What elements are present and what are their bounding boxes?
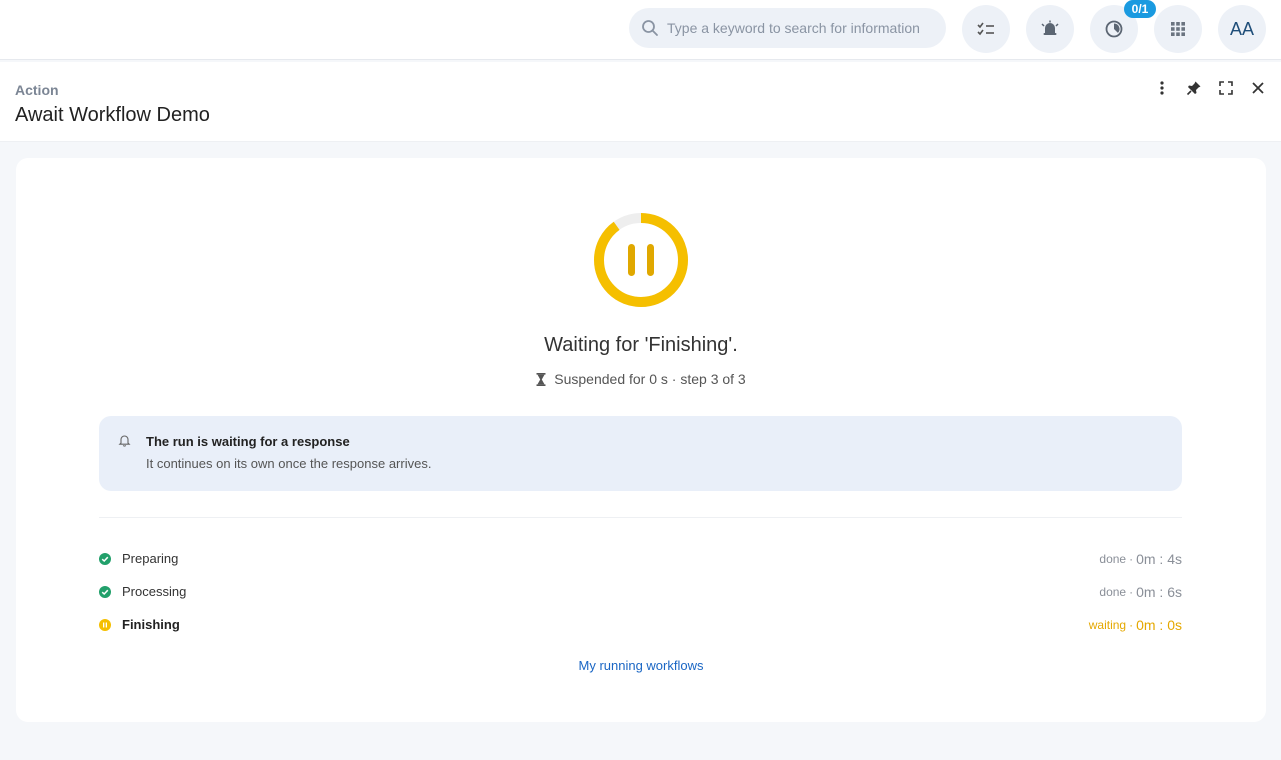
expand-button[interactable] <box>1216 78 1236 98</box>
step-row: Processing done · 0m : 6s <box>99 575 1182 608</box>
bell-icon <box>118 435 131 447</box>
step-meta: done · 0m : 4s <box>1099 550 1182 567</box>
hourglass-icon <box>536 373 546 386</box>
search-input[interactable] <box>667 13 937 43</box>
grid-icon <box>1171 22 1185 36</box>
pause-circle-icon <box>99 618 111 631</box>
divider <box>99 517 1182 518</box>
check-circle-icon <box>99 552 111 565</box>
step-row: Preparing done · 0m : 4s <box>99 542 1182 575</box>
top-bar: 0/1 AA <box>0 0 1281 60</box>
step-row-active: Finishing waiting · 0m : 0s <box>99 608 1182 641</box>
pin-icon <box>1186 81 1201 96</box>
fullscreen-icon <box>1219 81 1233 95</box>
alarm-bell-icon <box>1041 20 1059 35</box>
pause-icon-bar-right <box>647 244 654 276</box>
page-title: Await Workflow Demo <box>15 104 210 126</box>
alerts-button[interactable] <box>1026 5 1074 53</box>
step-meta: done · 0m : 6s <box>1099 583 1182 600</box>
more-options-button[interactable] <box>1152 78 1172 98</box>
pause-icon-bar-left <box>628 244 635 276</box>
close-button[interactable] <box>1248 78 1268 98</box>
step-label: Preparing <box>122 551 179 566</box>
pin-button[interactable] <box>1184 78 1204 98</box>
more-vertical-icon <box>1160 81 1164 95</box>
pie-progress-icon <box>1105 20 1123 38</box>
step-state: done <box>1099 551 1127 566</box>
step-state: done <box>1099 584 1127 599</box>
workflow-status-card: Waiting for 'Finishing'. Suspended for 0… <box>16 158 1266 722</box>
notice-text: It continues on its own once the respons… <box>146 456 432 471</box>
step-label: Processing <box>122 584 187 599</box>
pause-progress-ring <box>594 213 688 307</box>
check-circle-icon <box>99 585 111 598</box>
step-label: Finishing <box>122 617 180 632</box>
tasks-button[interactable] <box>962 5 1010 53</box>
step-time: 0m : 6s <box>1136 583 1182 600</box>
info-notice: The run is waiting for a response It con… <box>99 416 1182 491</box>
status-title: Waiting for 'Finishing'. <box>544 334 738 356</box>
step-time: 0m : 4s <box>1136 550 1182 567</box>
search-icon <box>642 20 658 36</box>
user-avatar[interactable]: AA <box>1218 5 1266 53</box>
status-subtitle-text: Suspended for 0 s · step 3 of 3 <box>554 371 746 387</box>
my-running-workflows-link[interactable]: My running workflows <box>16 658 1266 673</box>
close-icon <box>1252 82 1264 94</box>
panel-kicker: Action <box>15 82 59 98</box>
checklist-icon <box>977 22 994 36</box>
apps-button[interactable] <box>1154 5 1202 53</box>
step-list: Preparing done · 0m : 4s Processing done · 0… <box>99 542 1182 641</box>
step-meta: waiting · 0m : 0s <box>1088 616 1182 633</box>
search-box[interactable] <box>629 8 946 48</box>
step-time: 0m : 0s <box>1136 616 1182 633</box>
notice-title: The run is waiting for a response <box>146 434 350 449</box>
progress-badge: 0/1 <box>1124 0 1156 18</box>
step-state: waiting <box>1088 617 1127 632</box>
status-subtitle: Suspended for 0 s · step 3 of 3 <box>16 371 1266 387</box>
panel-header: Action Await Workflow Demo <box>0 62 1281 142</box>
